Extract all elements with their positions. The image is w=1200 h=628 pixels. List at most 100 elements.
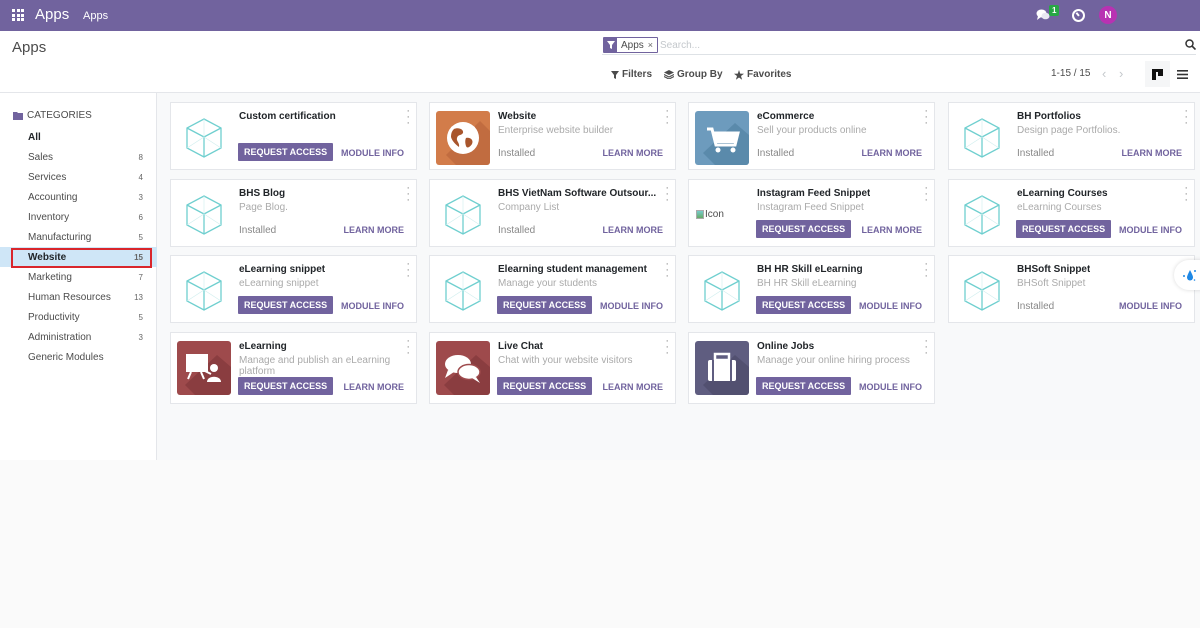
- category-item-human-resources[interactable]: Human Resources 13: [0, 287, 157, 307]
- request-access-button[interactable]: REQUEST ACCESS: [756, 377, 852, 395]
- module-info-link[interactable]: MODULE INFO: [859, 301, 922, 311]
- app-card[interactable]: Online Jobs Manage your online hiring pro…: [688, 332, 935, 404]
- search-input[interactable]: [660, 37, 1160, 53]
- pager-value[interactable]: 1-15 / 15: [1051, 68, 1090, 79]
- learn-more-link[interactable]: LEARN MORE: [603, 225, 664, 235]
- learn-more-link[interactable]: LEARN MORE: [603, 148, 664, 158]
- module-info-link[interactable]: MODULE INFO: [341, 148, 404, 158]
- request-access-button[interactable]: REQUEST ACCESS: [238, 143, 334, 161]
- app-card[interactable]: Website Enterprise website builder · · · Inst…: [429, 102, 676, 170]
- app-card[interactable]: Live Chat Chat with your website visitors…: [429, 332, 676, 404]
- learn-more-link[interactable]: LEARN MORE: [603, 382, 664, 392]
- app-card[interactable]: Icon Instagram Feed Snippet Instagram Feed…: [688, 179, 935, 247]
- app-summary: Sell your products online: [757, 125, 867, 136]
- card-menu-icon[interactable]: ···: [1184, 106, 1188, 129]
- category-item-productivity[interactable]: Productivity 5: [0, 307, 157, 327]
- installed-status: Installed: [1017, 148, 1055, 159]
- module-info-link[interactable]: MODULE INFO: [1119, 225, 1182, 235]
- app-summary: Enterprise website builder: [498, 125, 614, 136]
- learn-more-link[interactable]: LEARN MORE: [1122, 148, 1183, 158]
- card-menu-icon[interactable]: ···: [406, 183, 410, 206]
- request-access-button[interactable]: REQUEST ACCESS: [238, 296, 334, 314]
- category-item-all[interactable]: All: [0, 127, 157, 147]
- category-item-services[interactable]: Services 4: [0, 167, 157, 187]
- app-card[interactable]: Custom certification · · · REQUEST ACCESS MOD…: [170, 102, 417, 170]
- app-card[interactable]: eLearning Manage and publish an eLearning…: [170, 332, 417, 404]
- app-summary: Manage your online hiring process: [757, 355, 910, 366]
- card-menu-icon[interactable]: ···: [406, 259, 410, 282]
- category-item-sales[interactable]: Sales 8: [0, 147, 157, 167]
- request-access-button[interactable]: REQUEST ACCESS: [1016, 220, 1112, 238]
- request-access-button[interactable]: REQUEST ACCESS: [756, 220, 852, 238]
- category-item-generic-modules[interactable]: Generic Modules: [0, 347, 157, 367]
- app-kanban: Custom certification · · · REQUEST ACCESS MOD…: [157, 93, 1200, 460]
- group-by-button[interactable]: Group By: [664, 69, 723, 80]
- clock-icon[interactable]: [1072, 9, 1085, 22]
- card-menu-icon[interactable]: ···: [924, 183, 928, 206]
- card-menu-icon[interactable]: ···: [406, 336, 410, 359]
- kanban-view-button[interactable]: [1145, 61, 1170, 87]
- module-info-link[interactable]: MODULE INFO: [600, 301, 663, 311]
- category-item-accounting[interactable]: Accounting 3: [0, 187, 157, 207]
- category-item-marketing[interactable]: Marketing 7: [0, 267, 157, 287]
- nav-menu-apps[interactable]: Apps: [83, 10, 108, 22]
- cube-icon: [695, 264, 749, 318]
- facet-remove-button[interactable]: ×: [648, 40, 657, 50]
- app-card[interactable]: eCommerce Sell your products online · · · Ins…: [688, 102, 935, 170]
- card-menu-icon[interactable]: ···: [924, 106, 928, 129]
- module-info-link[interactable]: MODULE INFO: [341, 301, 404, 311]
- request-access-button[interactable]: REQUEST ACCESS: [497, 296, 593, 314]
- avatar[interactable]: N: [1099, 6, 1117, 24]
- app-name: Online Jobs: [757, 341, 815, 352]
- app-card[interactable]: BH Portfolios Design page Portfolios. · · · I…: [948, 102, 1195, 170]
- request-access-button[interactable]: REQUEST ACCESS: [497, 377, 593, 395]
- learn-more-link[interactable]: LEARN MORE: [862, 148, 923, 158]
- category-item-inventory[interactable]: Inventory 6: [0, 207, 157, 227]
- app-card[interactable]: BHS Blog Page Blog. · · · Installed LEARN MORE: [170, 179, 417, 247]
- chat-bubbles-icon: [436, 341, 490, 395]
- category-item-administration[interactable]: Administration 3: [0, 327, 157, 347]
- learn-more-link[interactable]: LEARN MORE: [344, 225, 405, 235]
- card-menu-icon[interactable]: ···: [665, 106, 669, 129]
- category-item-website[interactable]: Website 15: [0, 247, 157, 267]
- search-icon[interactable]: [1185, 39, 1196, 50]
- favorites-button[interactable]: Favorites: [734, 69, 791, 80]
- app-card[interactable]: BHS VietNam Software Outsour... Company L…: [429, 179, 676, 247]
- card-menu-icon[interactable]: ···: [665, 336, 669, 359]
- chat-icon[interactable]: [1036, 9, 1050, 21]
- app-card[interactable]: BH HR Skill eLearning BH HR Skill eLearni…: [688, 255, 935, 323]
- filters-button[interactable]: Filters: [611, 69, 652, 80]
- apps-grid-icon[interactable]: [12, 9, 24, 21]
- app-card[interactable]: eLearning Courses eLearning Courses · · · REQ…: [948, 179, 1195, 247]
- request-access-button[interactable]: REQUEST ACCESS: [756, 296, 852, 314]
- card-menu-icon[interactable]: ···: [924, 259, 928, 282]
- floating-assistant-button[interactable]: [1174, 260, 1200, 290]
- pager-previous-button[interactable]: ‹: [1102, 66, 1106, 81]
- app-name: BHSoft Snippet: [1017, 264, 1091, 275]
- category-count: 5: [138, 312, 143, 322]
- app-name: BHS VietNam Software Outsour...: [498, 188, 657, 199]
- top-navbar: Apps Apps 1 N: [0, 0, 1200, 31]
- module-info-link[interactable]: MODULE INFO: [859, 382, 922, 392]
- module-info-link[interactable]: MODULE INFO: [1119, 301, 1182, 311]
- pager-next-button[interactable]: ›: [1119, 66, 1123, 81]
- app-card[interactable]: Elearning student management Manage your …: [429, 255, 676, 323]
- category-count: 3: [138, 332, 143, 342]
- category-label: Services: [28, 171, 67, 183]
- category-item-manufacturing[interactable]: Manufacturing 5: [0, 227, 157, 247]
- card-menu-icon[interactable]: ···: [406, 106, 410, 129]
- brand-title[interactable]: Apps: [35, 6, 69, 23]
- category-label: Website: [28, 251, 67, 263]
- category-label: Manufacturing: [28, 231, 92, 243]
- learn-more-link[interactable]: LEARN MORE: [862, 225, 923, 235]
- list-view-button[interactable]: [1174, 61, 1190, 87]
- card-menu-icon[interactable]: ···: [1184, 183, 1188, 206]
- learn-more-link[interactable]: LEARN MORE: [344, 382, 405, 392]
- app-card[interactable]: BHSoft SnippetBHSoft Snippet···Installed…: [948, 255, 1195, 323]
- card-menu-icon[interactable]: ···: [924, 336, 928, 359]
- card-menu-icon[interactable]: ···: [665, 183, 669, 206]
- card-menu-icon[interactable]: ···: [665, 259, 669, 282]
- search-bar: Apps ×: [602, 36, 1196, 55]
- app-card[interactable]: eLearning snippet eLearning snippet · · · REQ…: [170, 255, 417, 323]
- request-access-button[interactable]: REQUEST ACCESS: [238, 377, 334, 395]
